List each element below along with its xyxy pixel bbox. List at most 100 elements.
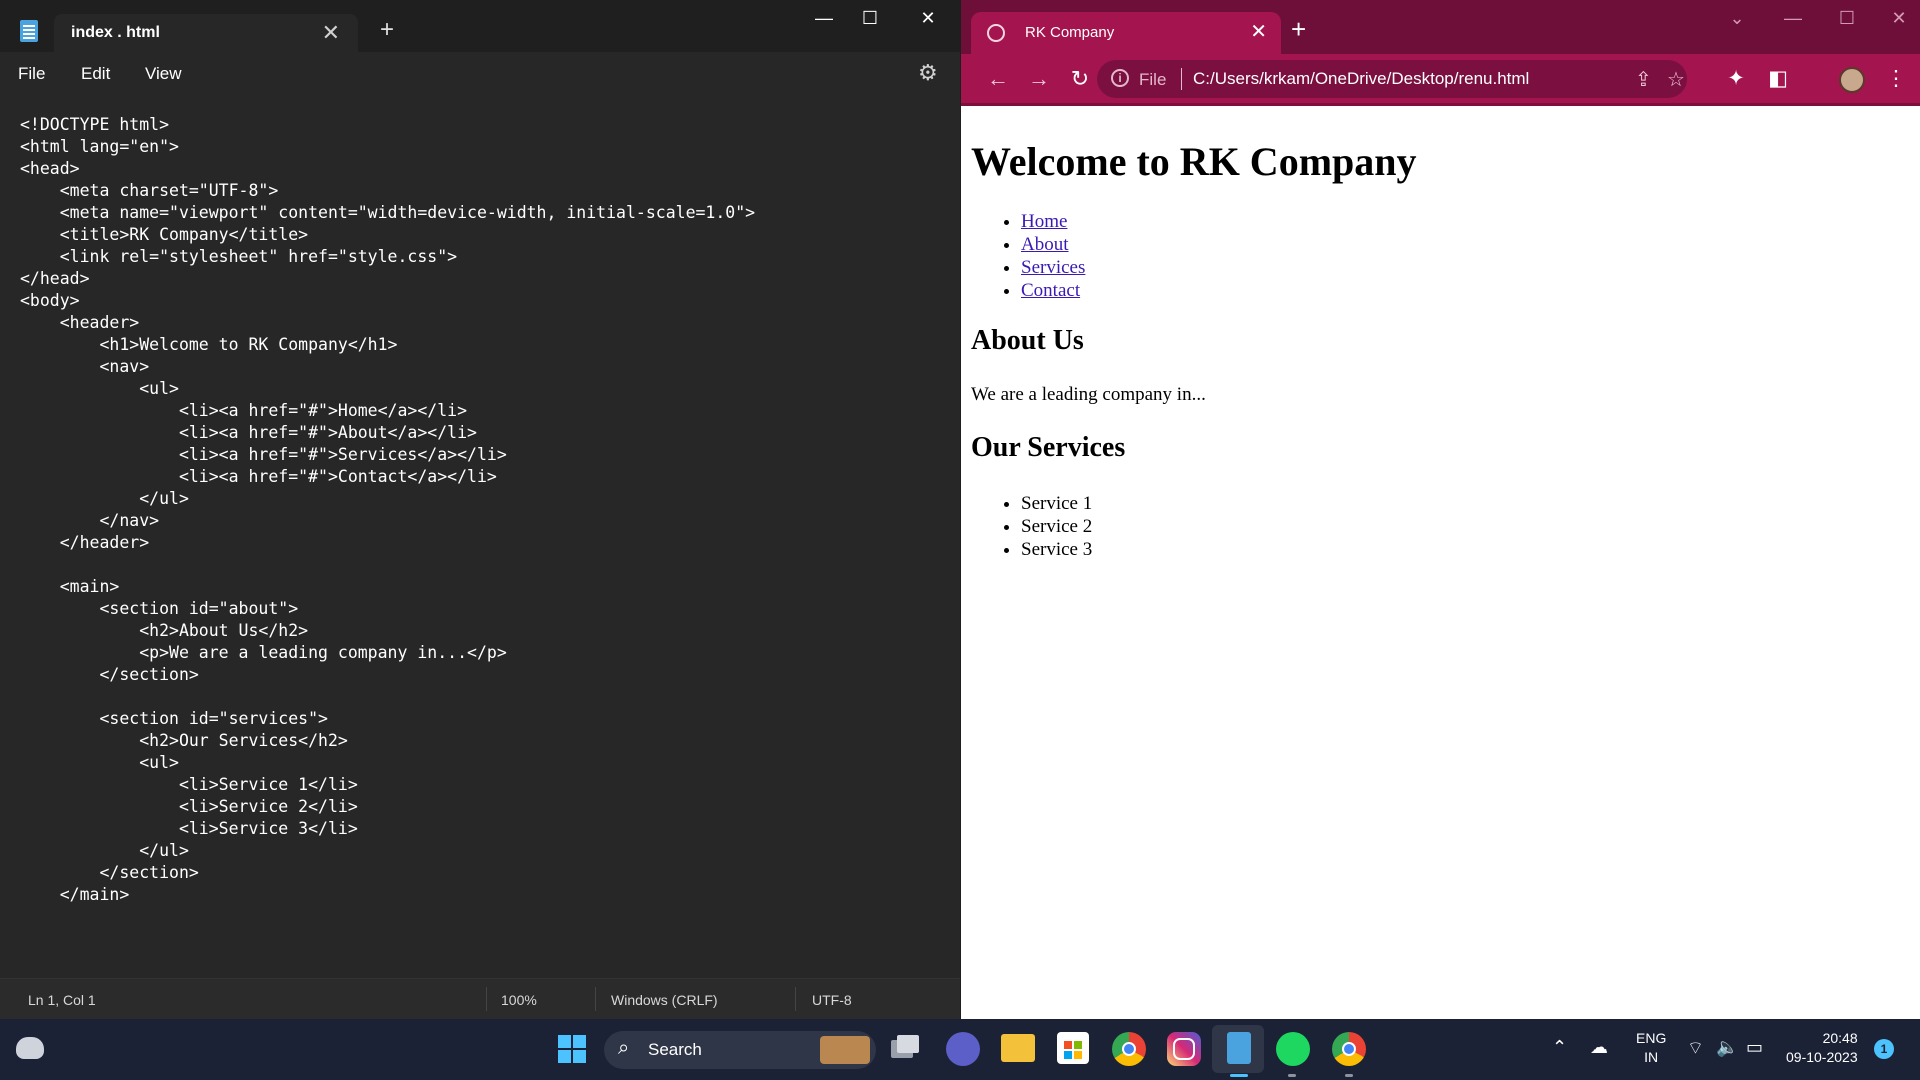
chrome-toolbar: ← → ↻ i File C:/Users/krkam/OneDrive/Des… — [961, 54, 1920, 106]
file-explorer-icon[interactable] — [1001, 1034, 1035, 1062]
nav-link-services[interactable]: Services — [1021, 257, 1085, 278]
search-label: Search — [648, 1040, 702, 1059]
code-line: <html lang="en"> — [20, 137, 179, 156]
onedrive-cloud-icon[interactable]: ☁ — [1590, 1037, 1608, 1058]
tab-search-chevron-icon[interactable]: ⌄ — [1719, 8, 1755, 29]
chrome-profile-icon[interactable] — [1332, 1032, 1366, 1066]
code-line: <ul> — [20, 379, 179, 398]
reload-icon[interactable]: ↻ — [1065, 66, 1095, 92]
close-window-button[interactable]: ✕ — [908, 8, 948, 29]
settings-gear-icon[interactable]: ⚙ — [918, 60, 938, 86]
clock-time: 20:48 — [1822, 1030, 1858, 1046]
maximize-button[interactable]: ☐ — [1829, 8, 1865, 29]
clock[interactable]: 20:48 09-10-2023 — [1786, 1029, 1858, 1067]
close-tab-icon[interactable]: ✕ — [1250, 19, 1267, 44]
minimize-button[interactable]: — — [1775, 8, 1811, 29]
list-item: Service 2 — [1021, 515, 1092, 538]
teams-chat-icon[interactable] — [946, 1032, 980, 1066]
battery-icon[interactable]: ▭ — [1746, 1037, 1763, 1058]
nav-link-home[interactable]: Home — [1021, 211, 1067, 232]
page-title: Welcome to RK Company — [971, 139, 1417, 184]
volume-icon[interactable]: 🔈 — [1716, 1037, 1738, 1058]
code-line: <head> — [20, 159, 80, 178]
notepad-icon[interactable] — [1227, 1032, 1251, 1064]
chrome-window: RK Company ✕ + ⌄ — ☐ ✕ ← → ↻ i File C:/U… — [961, 0, 1920, 1019]
file-scheme-label: File — [1139, 70, 1167, 89]
notepad-tab[interactable]: index . html ✕ — [54, 14, 358, 52]
line-ending: Windows (CRLF) — [611, 992, 718, 1008]
code-line: <main> — [20, 577, 120, 596]
more-menu-icon[interactable]: ⋮ — [1881, 66, 1911, 91]
side-panel-icon[interactable]: ◧ — [1763, 66, 1793, 91]
region-code: IN — [1644, 1049, 1659, 1065]
weather-widget-icon[interactable] — [16, 1037, 44, 1059]
text-editor[interactable]: <!DOCTYPE html> <html lang="en"> <head> <m… — [0, 94, 960, 978]
code-line: <li><a href="#">Services</a></li> — [20, 445, 507, 464]
active-indicator — [1230, 1074, 1248, 1077]
notification-badge[interactable]: 1 — [1874, 1039, 1894, 1059]
about-heading: About Us — [971, 325, 1084, 356]
show-hidden-icons-chevron-icon[interactable]: ⌃ — [1552, 1037, 1567, 1058]
menu-edit[interactable]: Edit — [81, 64, 110, 84]
code-line: <h1>Welcome to RK Company</h1> — [20, 335, 398, 354]
bookmark-star-icon[interactable]: ☆ — [1667, 67, 1685, 92]
code-line: <p>We are a leading company in...</p> — [20, 643, 507, 662]
list-item: Service 3 — [1021, 538, 1092, 561]
share-icon[interactable]: ⇪ — [1635, 67, 1652, 92]
minimize-button[interactable]: — — [804, 8, 844, 29]
code-line: </ul> — [20, 841, 189, 860]
new-tab-button[interactable]: + — [380, 16, 394, 44]
forward-arrow-icon[interactable]: → — [1024, 66, 1054, 92]
nav-list: Home About Services Contact — [1021, 210, 1085, 302]
taskbar-search[interactable]: ⌕ Search — [604, 1031, 876, 1069]
code-line: <body> — [20, 291, 80, 310]
nav-link-about[interactable]: About — [1021, 234, 1069, 255]
new-tab-button[interactable]: + — [1291, 14, 1306, 45]
address-bar[interactable]: i File C:/Users/krkam/OneDrive/Desktop/r… — [1097, 60, 1687, 98]
about-text: We are a leading company in... — [971, 384, 1206, 405]
windows-start-icon[interactable] — [554, 1029, 594, 1069]
code-line: <header> — [20, 313, 140, 332]
search-icon: ⌕ — [618, 1037, 630, 1059]
chrome-icon[interactable] — [1112, 1032, 1146, 1066]
chrome-tab-title: RK Company — [1025, 24, 1115, 41]
encoding: UTF-8 — [812, 992, 852, 1008]
microsoft-store-icon[interactable] — [1057, 1032, 1089, 1064]
nav-item: Home — [1021, 210, 1085, 233]
extensions-puzzle-icon[interactable]: ✦ — [1721, 66, 1751, 91]
code-line: <h2>Our Services</h2> — [20, 731, 348, 750]
code-line: <li>Service 3</li> — [20, 819, 358, 838]
menu-view[interactable]: View — [145, 64, 182, 84]
code-line: <nav> — [20, 357, 150, 376]
maximize-button[interactable]: ☐ — [850, 8, 890, 29]
language-indicator[interactable]: ENG IN — [1636, 1029, 1666, 1067]
instagram-icon[interactable] — [1167, 1032, 1201, 1066]
wifi-icon[interactable]: ⌔ — [1687, 1037, 1704, 1060]
url-text[interactable]: C:/Users/krkam/OneDrive/Desktop/renu.htm… — [1193, 69, 1529, 89]
notepad-titlebar: index . html ✕ + — ☐ ✕ — [0, 0, 960, 52]
code-line: </head> — [20, 269, 90, 288]
menu-file[interactable]: File — [18, 64, 45, 84]
services-list: Service 1 Service 2 Service 3 — [1021, 492, 1092, 561]
chrome-tab[interactable]: RK Company ✕ — [971, 12, 1281, 54]
services-heading: Our Services — [971, 432, 1126, 463]
spotify-icon[interactable] — [1276, 1032, 1310, 1066]
close-tab-icon[interactable]: ✕ — [322, 20, 340, 46]
web-page-content: Welcome to RK Company Home About Service… — [961, 106, 1920, 1019]
code-line: <section id="about"> — [20, 599, 299, 618]
code-line: <li>Service 1</li> — [20, 775, 358, 794]
nav-link-contact[interactable]: Contact — [1021, 280, 1080, 301]
close-window-button[interactable]: ✕ — [1881, 8, 1917, 29]
back-arrow-icon[interactable]: ← — [983, 66, 1013, 92]
code-line: <section id="services"> — [20, 709, 328, 728]
profile-avatar[interactable] — [1839, 67, 1865, 93]
status-divider — [795, 987, 796, 1011]
running-indicator — [1345, 1074, 1353, 1077]
task-view-icon[interactable] — [889, 1032, 921, 1064]
info-icon[interactable]: i — [1111, 69, 1129, 87]
notepad-app-icon — [20, 20, 38, 42]
code-line: <li><a href="#">Home</a></li> — [20, 401, 468, 420]
zoom-level: 100% — [501, 992, 537, 1008]
code-line: </nav> — [20, 511, 160, 530]
notepad-window: index . html ✕ + — ☐ ✕ File Edit View ⚙ … — [0, 0, 960, 1019]
